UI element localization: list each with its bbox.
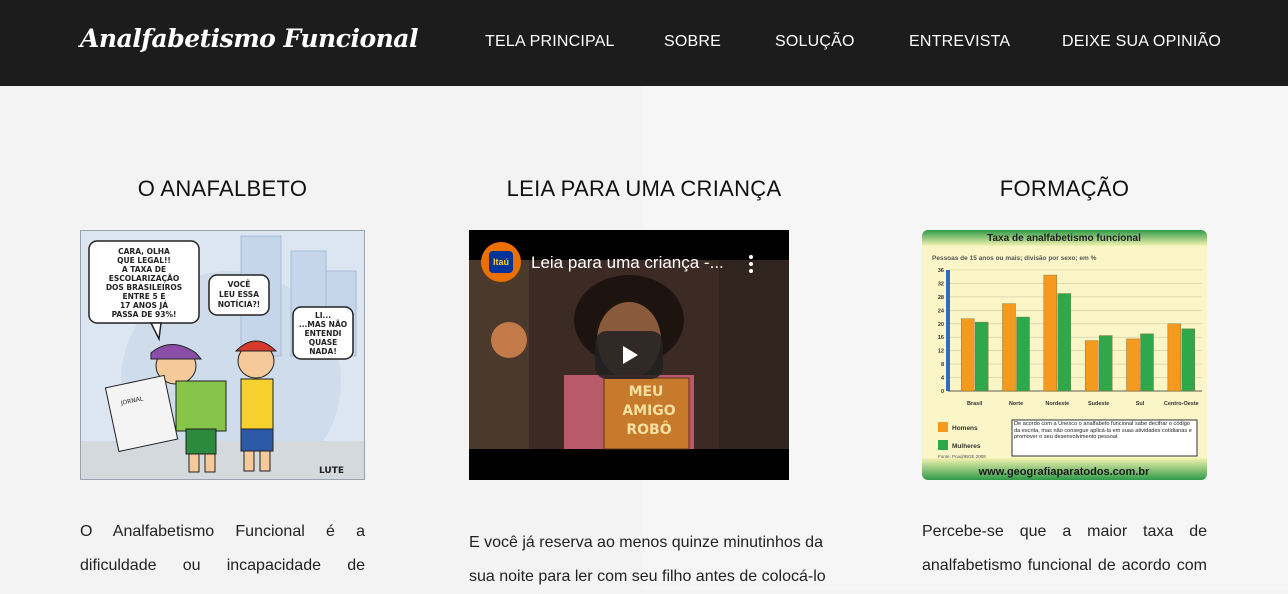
nav-tela-principal[interactable]: TELA PRINCIPAL bbox=[485, 33, 615, 51]
channel-logo[interactable]: Itaú bbox=[481, 242, 521, 282]
book-title-line: MEU bbox=[629, 384, 664, 400]
book-title-line: ROBÔ bbox=[626, 420, 671, 438]
x-tick-label: Sudeste bbox=[1088, 401, 1109, 407]
nav-sobre[interactable]: SOBRE bbox=[664, 33, 721, 51]
y-tick-label: 36 bbox=[938, 268, 944, 274]
paragraph-line: dificuldade ou incapacidade de bbox=[80, 557, 365, 574]
y-tick-label: 0 bbox=[941, 389, 944, 395]
paragraph-line: sua noite para ler com seu filho antes d… bbox=[469, 568, 826, 585]
legend-label-homens: Homens bbox=[952, 425, 978, 432]
play-icon bbox=[623, 346, 638, 364]
bar-homens bbox=[960, 318, 975, 392]
bar-homens bbox=[1084, 340, 1099, 392]
paragraph-line: Percebe-se que a maior taxa de bbox=[922, 523, 1207, 540]
section-title-leia: LEIA PARA UMA CRIANÇA bbox=[506, 176, 782, 201]
x-tick-label: Brasil bbox=[967, 401, 983, 407]
bar-mulheres bbox=[1140, 333, 1154, 392]
nav-solucao[interactable]: SOLUÇÃO bbox=[775, 33, 855, 51]
chart-footer-url: www.geografiaparatodos.com.br bbox=[978, 466, 1150, 478]
bubble1-line: QUE LEGAL!! bbox=[117, 256, 171, 265]
section-title-anafalbeto: O ANAFALBETO bbox=[137, 176, 308, 201]
bubble3-line: ...MAS NÃO bbox=[299, 320, 347, 329]
y-tick-label: 8 bbox=[941, 362, 944, 368]
chart-subtitle: Pessoas de 15 anos ou mais; divisão por … bbox=[932, 255, 1097, 262]
legend-label-mulheres: Mulheres bbox=[952, 443, 981, 450]
paragraph-leia: E você já reserva ao menos quinze minuti… bbox=[469, 526, 829, 594]
channel-logo-text: Itaú bbox=[492, 257, 509, 267]
paragraph-formacao: Percebe-se que a maior taxa de analfabet… bbox=[922, 515, 1207, 583]
y-tick-label: 32 bbox=[938, 281, 944, 287]
bubble1-line: DOS BRASILEIROS bbox=[106, 283, 182, 292]
bubble1-line: 17 ANOS JÁ bbox=[120, 301, 168, 310]
bubble3-line: NADA! bbox=[309, 347, 337, 356]
bar-homens bbox=[1043, 274, 1058, 392]
bubble3-line: ENTENDI bbox=[305, 329, 342, 338]
y-tick-label: 20 bbox=[938, 322, 944, 328]
bar-mulheres bbox=[1016, 316, 1030, 392]
bar-mulheres bbox=[1181, 328, 1196, 392]
section-title-formacao: FORMAÇÃO bbox=[999, 176, 1130, 201]
paragraph-line: O Analfabetismo Funcional é a bbox=[80, 523, 365, 540]
bubble3-line: QUASE bbox=[309, 338, 338, 347]
x-tick-label: Norte bbox=[1009, 401, 1023, 407]
y-axis bbox=[946, 270, 950, 391]
literacy-chart-image: Taxa de analfabetismo funcional Pessoas … bbox=[922, 230, 1207, 480]
chart-source: Fonte: Pnad/IBGE 2008 bbox=[938, 454, 986, 459]
y-tick-label: 24 bbox=[938, 308, 945, 314]
bubble2-line: NOTÍCIA?! bbox=[218, 300, 260, 309]
youtube-video-embed[interactable]: MEU AMIGO ROBÔ Itaú Leia para uma crianç… bbox=[469, 230, 789, 480]
legend-swatch-mulheres bbox=[938, 440, 948, 450]
bubble2-line: LEU ESSA bbox=[219, 290, 259, 299]
legend-swatch-homens bbox=[938, 422, 948, 432]
bubble1-line: ENTRE 5 E bbox=[123, 292, 166, 301]
paragraph-line: E você já reserva ao menos quinze minuti… bbox=[469, 534, 823, 551]
bar-mulheres bbox=[1057, 293, 1072, 392]
top-navbar: Analfabetismo Funcional TELA PRINCIPAL S… bbox=[0, 0, 1288, 86]
bubble1-line: CARA, OLHA bbox=[118, 247, 170, 256]
comic-illustration: CARA, OLHA QUE LEGAL!! A TAXA DE ESCOLAR… bbox=[81, 231, 364, 479]
book-title-line: AMIGO bbox=[622, 403, 675, 419]
bar-homens bbox=[1126, 338, 1140, 392]
comic-image: CARA, OLHA QUE LEGAL!! A TAXA DE ESCOLAR… bbox=[80, 230, 365, 480]
paragraph-line: analfabetismo funcional de acordo com bbox=[922, 557, 1207, 574]
x-tick-label: Sul bbox=[1136, 401, 1145, 407]
bubble1-line: A TAXA DE bbox=[122, 265, 166, 274]
bar-mulheres bbox=[1098, 335, 1113, 392]
bar-mulheres bbox=[974, 321, 989, 392]
bubble3-line: LI... bbox=[315, 311, 331, 320]
play-button[interactable] bbox=[595, 331, 663, 379]
bubble1-line: PASSA DE 93%! bbox=[112, 310, 177, 319]
video-title[interactable]: Leia para uma criança -... bbox=[531, 253, 724, 273]
x-tick-label: Centro-Oeste bbox=[1164, 401, 1199, 407]
bar-chart: Taxa de analfabetismo funcional Pessoas … bbox=[922, 230, 1207, 480]
chart-title: Taxa de analfabetismo funcional bbox=[987, 233, 1141, 244]
bubble2-line: VOCÊ bbox=[228, 280, 251, 289]
x-tick-label: Nordeste bbox=[1045, 401, 1069, 407]
chart-note: De acordo com a Unesco o analfabeto func… bbox=[1014, 421, 1192, 440]
comic-signature: LUTE bbox=[319, 466, 344, 476]
paragraph-anafalbeto: O Analfabetismo Funcional é a dificuldad… bbox=[80, 515, 365, 583]
bar-homens bbox=[1167, 323, 1182, 392]
y-tick-label: 12 bbox=[938, 349, 944, 355]
y-tick-label: 16 bbox=[938, 335, 944, 341]
nav-deixe-sua-opiniao[interactable]: DEIXE SUA OPINIÃO bbox=[1062, 33, 1221, 51]
bar-homens bbox=[1002, 303, 1016, 392]
y-tick-label: 28 bbox=[938, 295, 944, 301]
bubble1-line: ESCOLARIZAÇÃO bbox=[109, 274, 179, 283]
nav-entrevista[interactable]: ENTREVISTA bbox=[909, 33, 1010, 51]
site-logo[interactable]: Analfabetismo Funcional bbox=[80, 24, 419, 53]
more-options-icon[interactable] bbox=[749, 254, 755, 274]
